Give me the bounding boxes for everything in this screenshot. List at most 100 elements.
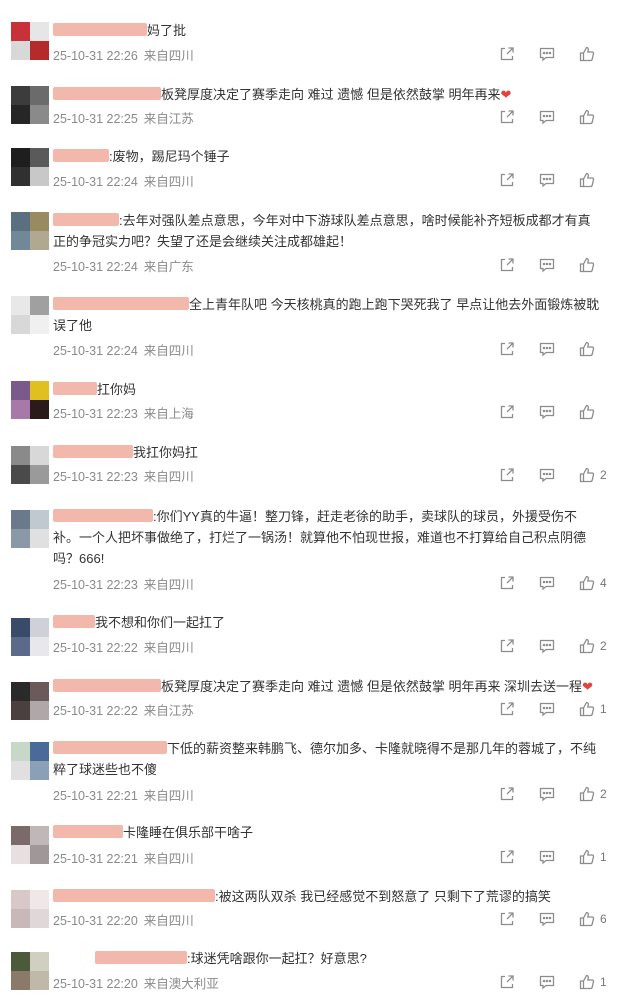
avatar[interactable] <box>11 212 49 250</box>
like-icon[interactable] <box>578 403 596 421</box>
forward-icon[interactable] <box>498 108 516 126</box>
comment-meta: 25-10-31 22:22 来自四川 <box>53 637 194 656</box>
heart-emoji: ❤ <box>582 679 593 694</box>
avatar[interactable] <box>11 381 49 419</box>
comment-text-block: 妈了批 <box>53 20 601 41</box>
comment-date: 25-10-31 22:23 <box>53 470 138 484</box>
like-icon[interactable] <box>578 256 596 274</box>
comment-text: :废物，踢尼玛个锤子 <box>109 149 230 164</box>
username-blurred[interactable] <box>53 149 109 162</box>
avatar[interactable] <box>11 618 49 656</box>
comment-meta: 25-10-31 22:25 来自江苏 <box>53 108 194 127</box>
username-blurred[interactable] <box>53 213 119 226</box>
username-blurred[interactable] <box>53 445 133 458</box>
avatar[interactable] <box>11 742 49 780</box>
avatar[interactable] <box>11 890 49 928</box>
username-blurred[interactable] <box>53 889 215 902</box>
like-icon[interactable] <box>578 848 596 866</box>
comment-list: 妈了批 25-10-31 22:26 来自四川 板凳厚度决定了赛季走向 难过 遗憾… <box>0 0 626 995</box>
comment-text: 卡隆睡在俱乐部干啥子 <box>123 825 254 840</box>
username-blurred[interactable] <box>53 741 167 754</box>
forward-icon[interactable] <box>498 910 516 928</box>
comment-actions: 4 <box>498 574 608 592</box>
username-blurred[interactable] <box>53 679 161 692</box>
username-blurred[interactable] <box>53 825 123 838</box>
comment-actions <box>498 108 608 126</box>
comment-icon[interactable] <box>538 466 556 484</box>
comment-icon[interactable] <box>538 973 556 991</box>
avatar[interactable] <box>11 86 49 124</box>
forward-icon[interactable] <box>498 340 516 358</box>
comment-icon[interactable] <box>538 700 556 718</box>
comment-location: 来自四川 <box>143 789 194 803</box>
like-icon[interactable] <box>578 785 596 803</box>
username-blurred[interactable] <box>53 615 95 628</box>
forward-icon[interactable] <box>498 171 516 189</box>
comment-icon[interactable] <box>538 785 556 803</box>
comment-icon[interactable] <box>538 45 556 63</box>
comment-actions <box>498 340 608 358</box>
comment-text: 我不想和你们一起扛了 <box>95 615 226 630</box>
avatar[interactable] <box>11 952 49 990</box>
like-icon[interactable] <box>578 340 596 358</box>
comment-date: 25-10-31 22:23 <box>53 578 138 592</box>
comment-icon[interactable] <box>538 574 556 592</box>
comment-text-block: :去年对强队差点意思，今年对中下游球队差点意思，啥时候能补齐短板成都才有真正的争… <box>53 210 601 252</box>
forward-icon[interactable] <box>498 973 516 991</box>
avatar[interactable] <box>11 446 49 484</box>
forward-icon[interactable] <box>498 45 516 63</box>
like-icon[interactable] <box>578 910 596 928</box>
comment-icon[interactable] <box>538 340 556 358</box>
comment-icon[interactable] <box>538 848 556 866</box>
forward-icon[interactable] <box>498 403 516 421</box>
comment-icon[interactable] <box>538 256 556 274</box>
comment-date: 25-10-31 22:20 <box>53 977 138 991</box>
comment-actions: 2 <box>498 785 608 803</box>
forward-icon[interactable] <box>498 256 516 274</box>
comment-date: 25-10-31 22:20 <box>53 914 138 928</box>
username-blurred[interactable] <box>95 951 187 964</box>
like-icon[interactable] <box>578 108 596 126</box>
comment-actions <box>498 256 608 274</box>
avatar[interactable] <box>11 22 49 60</box>
username-blurred[interactable] <box>53 87 161 100</box>
forward-icon[interactable] <box>498 637 516 655</box>
forward-icon[interactable] <box>498 700 516 718</box>
avatar[interactable] <box>11 682 49 720</box>
comment-actions <box>498 403 608 421</box>
like-icon[interactable] <box>578 574 596 592</box>
comment-location: 来自四川 <box>143 852 194 866</box>
comment-icon[interactable] <box>538 637 556 655</box>
comment-icon[interactable] <box>538 171 556 189</box>
avatar[interactable] <box>11 826 49 864</box>
username-blurred[interactable] <box>53 509 153 522</box>
comment-icon[interactable] <box>538 910 556 928</box>
forward-icon[interactable] <box>498 785 516 803</box>
comment-text: 我扛你妈扛 <box>133 445 199 460</box>
comment-text: :球迷凭啥跟你一起扛？好意思? <box>187 951 367 966</box>
comment-actions: 2 <box>498 637 608 655</box>
comment-text: 板凳厚度决定了赛季走向 难过 遗憾 但是依然鼓掌 明年再来 深圳去送一程 <box>161 679 583 694</box>
like-icon[interactable] <box>578 973 596 991</box>
like-icon[interactable] <box>578 45 596 63</box>
comment-icon[interactable] <box>538 403 556 421</box>
comment-text-block: :被这两队双杀 我已经感觉不到怒意了 只剩下了荒谬的搞笑 <box>53 886 601 907</box>
forward-icon[interactable] <box>498 466 516 484</box>
like-icon[interactable] <box>578 637 596 655</box>
comment-icon[interactable] <box>538 108 556 126</box>
username-blurred[interactable] <box>53 297 189 310</box>
like-icon[interactable] <box>578 171 596 189</box>
avatar[interactable] <box>11 510 49 548</box>
like-count: 2 <box>600 787 607 801</box>
username-blurred[interactable] <box>53 23 147 36</box>
username-blurred[interactable] <box>53 382 97 395</box>
comment-actions <box>498 45 608 63</box>
like-icon[interactable] <box>578 466 596 484</box>
comment-date: 25-10-31 22:25 <box>53 112 138 126</box>
avatar[interactable] <box>11 148 49 186</box>
comment-text-block: 全上青年队吧 今天核桃真的跑上跑下哭死我了 早点让他去外面锻炼被耽误了他 <box>53 294 601 336</box>
forward-icon[interactable] <box>498 848 516 866</box>
forward-icon[interactable] <box>498 574 516 592</box>
avatar[interactable] <box>11 296 49 334</box>
like-icon[interactable] <box>578 700 596 718</box>
